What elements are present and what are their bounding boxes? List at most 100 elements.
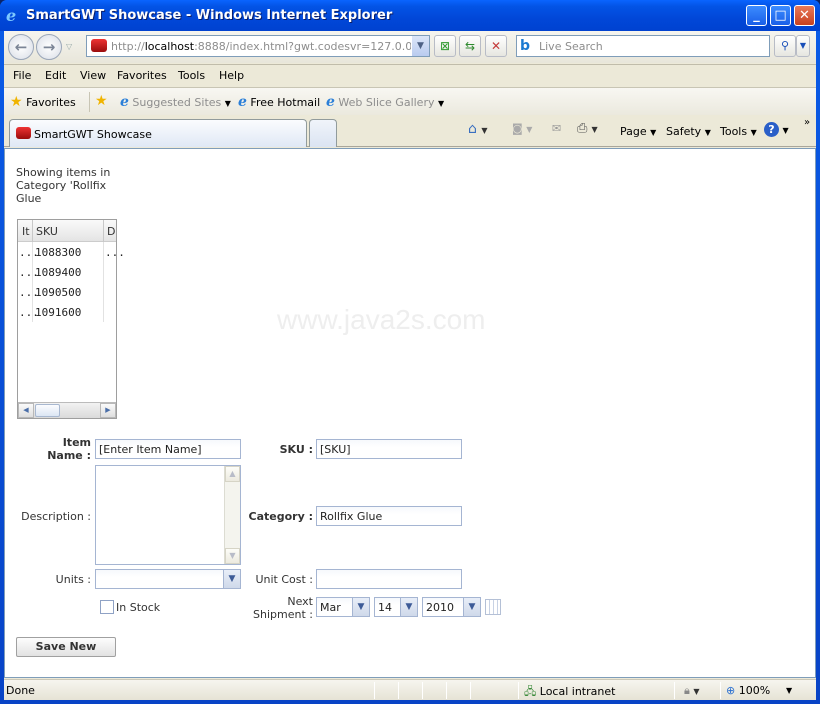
minimize-button[interactable]: _ (746, 5, 767, 26)
security-zone[interactable]: 🖧 Local intranet (524, 683, 615, 702)
menu-bar: File Edit View Favorites Tools Help (4, 64, 816, 86)
scroll-up-arrow-icon[interactable]: ▲ (225, 466, 240, 482)
column-header-sku[interactable]: SKU (36, 225, 58, 238)
table-row[interactable]: ... 1090500 (18, 282, 116, 302)
suggested-sites-link[interactable]: e Suggested Sites ▼ (120, 94, 231, 110)
zoom-button[interactable]: ⊕ 100% (726, 684, 770, 697)
free-hotmail-link[interactable]: e Free Hotmail (238, 94, 320, 110)
tools-menu[interactable]: Tools ▼ (720, 125, 757, 138)
tab-smartgwt-showcase[interactable]: SmartGWT Showcase (9, 119, 307, 147)
table-row[interactable]: ... 1088300 ... (18, 242, 125, 262)
chevron-down-icon[interactable]: ▼ (223, 570, 240, 588)
table-row[interactable]: ... 1089400 (18, 262, 116, 282)
description-textarea[interactable]: ▲ ▼ (95, 465, 241, 565)
feeds-button[interactable]: ◙ ▼ (512, 122, 532, 135)
column-header-item[interactable]: It (22, 225, 30, 238)
magnifier-icon: ⚲ (780, 39, 790, 52)
menu-favorites[interactable]: Favorites (117, 69, 167, 82)
ship-year-select[interactable]: 2010 ▼ (422, 597, 481, 617)
zone-label: Local intranet (539, 685, 616, 698)
help-menu[interactable]: ? ▼ (764, 122, 789, 137)
chevron-down-icon: ▼ (704, 128, 711, 137)
search-options-button[interactable]: ▼ (796, 35, 810, 57)
live-search-logo-icon: b (520, 38, 531, 54)
scroll-left-arrow-icon[interactable]: ◀ (18, 403, 34, 418)
safety-menu[interactable]: Safety ▼ (666, 125, 711, 138)
calendar-icon[interactable] (485, 599, 501, 615)
favorites-separator (89, 92, 90, 112)
ship-day-select[interactable]: 14 ▼ (374, 597, 418, 617)
menu-help[interactable]: Help (219, 69, 244, 82)
stop-button[interactable]: ✕ (485, 35, 507, 57)
units-label: Units : (55, 573, 91, 586)
menu-tools[interactable]: Tools (178, 69, 205, 82)
new-tab-button[interactable] (309, 119, 337, 147)
in-stock-checkbox[interactable] (100, 600, 114, 614)
protected-mode-button[interactable]: 🔒︎ ▼ (684, 684, 700, 698)
item-name-input[interactable]: [Enter Item Name] (95, 439, 241, 459)
ie-logo-icon: e (6, 6, 17, 25)
next-shipment-label: Next Shipment : (241, 595, 313, 621)
compatibility-view-button[interactable]: ⊠ (434, 35, 456, 57)
zoom-level: 100% (738, 684, 771, 697)
status-separator (720, 682, 721, 699)
zoom-dropdown-icon[interactable]: ▼ (786, 686, 792, 695)
search-button[interactable]: ⚲ (774, 35, 796, 57)
recent-pages-dropdown[interactable]: ▽ (66, 42, 72, 51)
ie-icon: e (120, 94, 129, 110)
chevron-down-icon: ▼ (224, 99, 231, 108)
chevron-down-icon[interactable]: ▼ (352, 598, 369, 616)
address-dropdown-button[interactable]: ▼ (412, 36, 429, 56)
more-commands-chevron-icon[interactable]: » (804, 117, 810, 128)
search-input[interactable]: Live Search (539, 40, 603, 53)
save-new-button[interactable]: Save New (16, 637, 116, 657)
page-icon (16, 127, 31, 139)
scroll-right-arrow-icon[interactable]: ▶ (100, 403, 116, 418)
chevron-down-icon: ▼ (481, 126, 488, 135)
sku-input[interactable]: [SKU] (316, 439, 462, 459)
scroll-down-arrow-icon[interactable]: ▼ (225, 548, 240, 564)
suggested-sites-label: Suggested Sites (132, 96, 222, 109)
web-slice-gallery-link[interactable]: e Web Slice Gallery ▼ (326, 94, 444, 110)
maximize-button[interactable]: □ (770, 5, 791, 26)
close-button[interactable]: ✕ (794, 5, 815, 26)
watermark: www.java2s.com (277, 304, 486, 335)
chevron-down-icon[interactable]: ▼ (463, 598, 480, 616)
category-input[interactable]: Rollfix Glue (316, 506, 462, 526)
page-menu[interactable]: Page ▼ (620, 125, 656, 138)
read-mail-button[interactable]: ✉ (552, 122, 561, 135)
ship-month-select[interactable]: Mar ▼ (316, 597, 370, 617)
menu-edit[interactable]: Edit (45, 69, 66, 82)
menu-file[interactable]: File (13, 69, 31, 82)
free-hotmail-label: Free Hotmail (250, 96, 321, 109)
column-header-description[interactable]: D (107, 225, 115, 238)
sku-label: SKU : (279, 443, 313, 456)
next-shipment-label-line1: Next (287, 595, 313, 608)
textarea-scrollbar[interactable]: ▲ ▼ (224, 466, 240, 564)
horizontal-scrollbar[interactable]: ◀ ▶ (18, 402, 116, 418)
address-bar[interactable]: http://localhost:8888/index.html?gwt.cod… (86, 35, 430, 57)
chevron-down-icon: ▼ (750, 128, 757, 137)
back-button[interactable]: ← (8, 34, 34, 60)
forward-button[interactable]: → (36, 34, 62, 60)
item-name-label-line2: Name : (47, 449, 91, 462)
refresh-button[interactable]: ⇆ (459, 35, 481, 57)
home-icon: ⌂ (468, 121, 477, 137)
home-button[interactable]: ⌂ ▼ (468, 121, 488, 137)
favorites-button[interactable]: ★ Favorites (10, 94, 76, 110)
add-to-favorites-button[interactable]: ★ (95, 93, 108, 109)
page-menu-label: Page (620, 125, 647, 138)
menu-view[interactable]: View (80, 69, 106, 82)
chevron-down-icon[interactable]: ▼ (400, 598, 417, 616)
print-button[interactable]: ⎙ ▼ (577, 121, 598, 136)
units-select[interactable]: ▼ (95, 569, 241, 589)
back-arrow-icon: ← (14, 38, 28, 56)
unit-cost-input[interactable] (316, 569, 462, 589)
search-box[interactable]: b Live Search (516, 35, 770, 57)
items-grid[interactable]: It SKU D ... 1088300 ... ... 1089400 ...… (17, 219, 125, 419)
scrollbar-thumb[interactable] (35, 404, 60, 417)
ship-year-value: 2010 (426, 601, 454, 614)
address-input[interactable]: http://localhost:8888/index.html?gwt.cod… (111, 40, 411, 53)
status-separator (422, 682, 423, 699)
table-row[interactable]: ... 1091600 (18, 302, 116, 322)
